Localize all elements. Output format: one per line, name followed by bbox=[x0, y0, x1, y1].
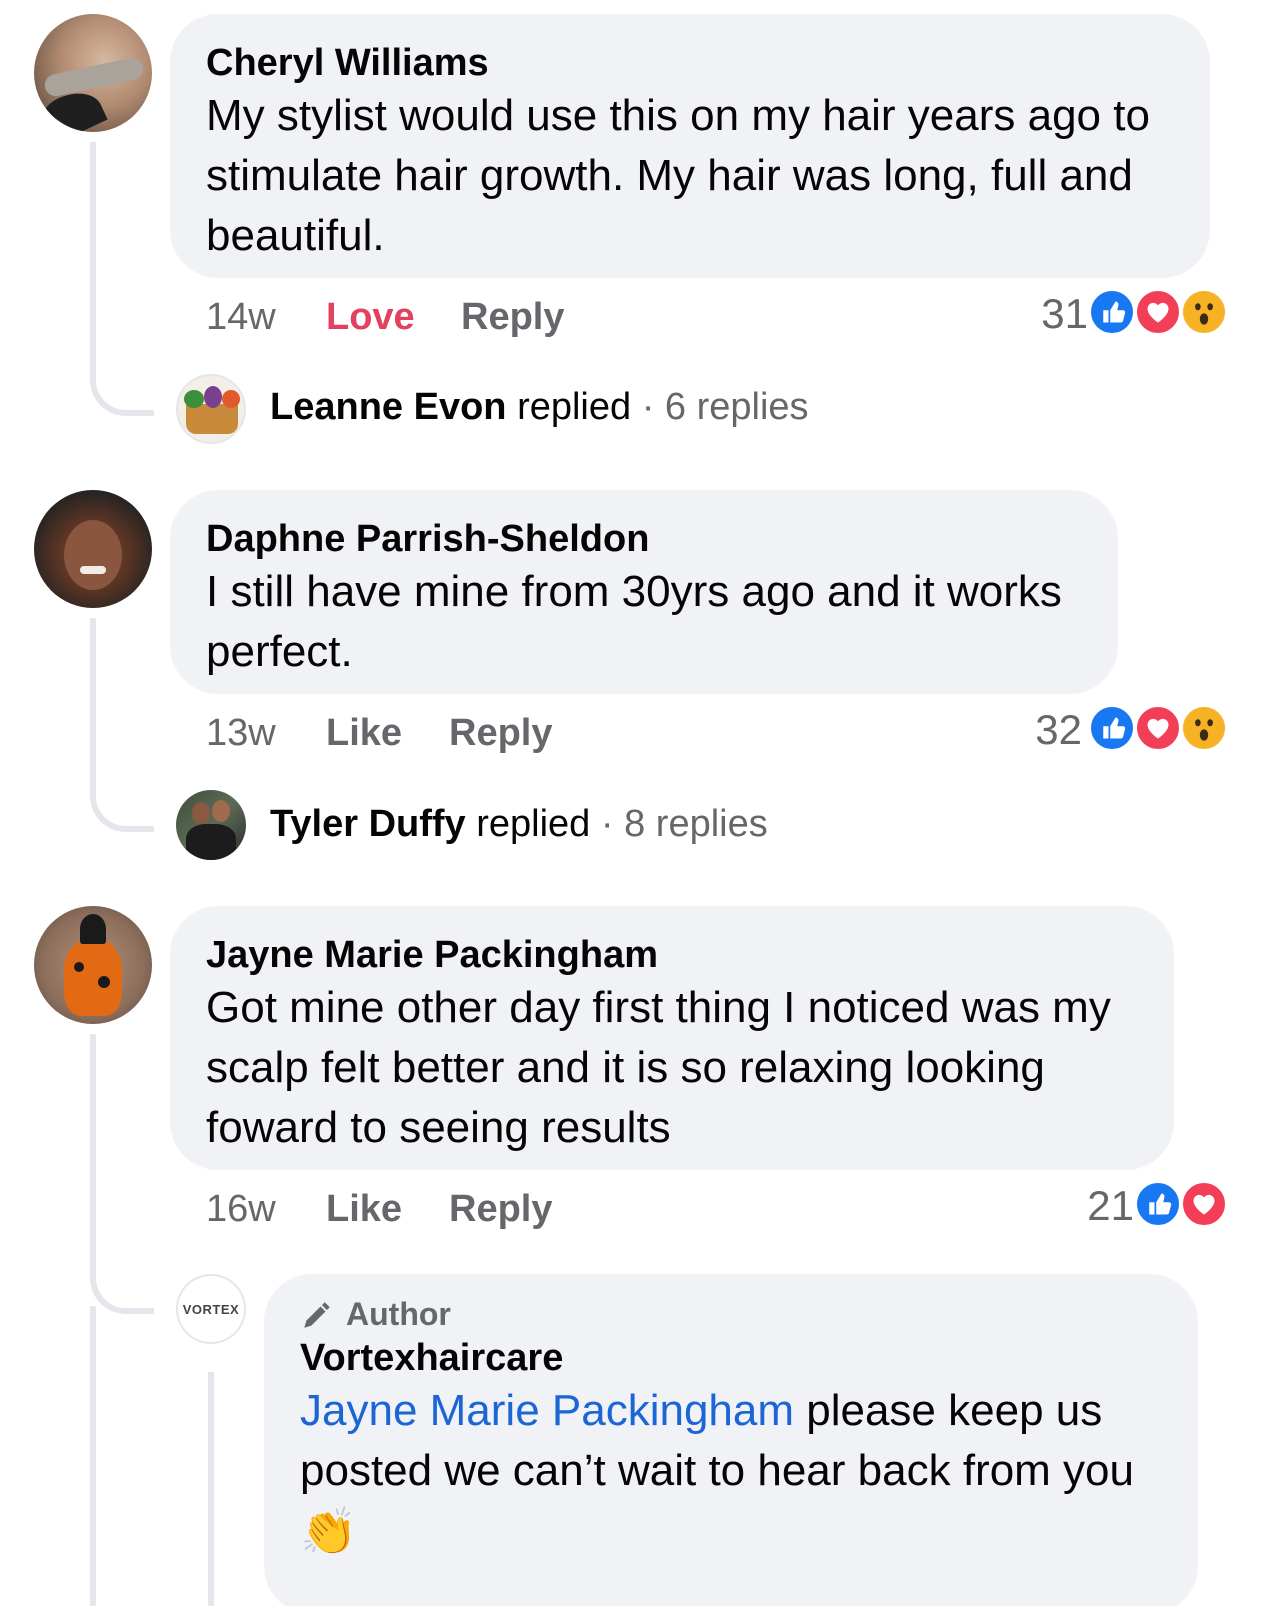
mention-link[interactable]: Jayne Marie Packingham bbox=[300, 1386, 794, 1435]
comment-text: Got mine other day first thing I noticed… bbox=[206, 983, 1111, 1152]
like-icon bbox=[1088, 704, 1136, 752]
avatar-jayne-marie-packingham[interactable] bbox=[34, 906, 152, 1024]
avatar-cheryl-williams[interactable] bbox=[34, 14, 152, 132]
like-button[interactable]: Like bbox=[326, 1188, 402, 1231]
thread-line bbox=[90, 142, 154, 416]
replies-summary[interactable]: Tyler Duffy replied · 8 replies bbox=[270, 803, 768, 846]
avatar-tyler-duffy[interactable] bbox=[176, 790, 246, 860]
reaction-summary[interactable]: 32 bbox=[1000, 704, 1240, 756]
comment-bubble: Cheryl Williams My stylist would use thi… bbox=[170, 14, 1210, 278]
comment-bubble: Jayne Marie Packingham Got mine other da… bbox=[170, 906, 1174, 1170]
reply-author[interactable]: Tyler Duffy bbox=[270, 803, 466, 845]
replies-summary[interactable]: Leanne Evon replied · 6 replies bbox=[270, 386, 809, 429]
reply-button[interactable]: Reply bbox=[461, 296, 564, 339]
love-button[interactable]: Love bbox=[326, 296, 415, 339]
avatar-logo-text: VORTEX bbox=[182, 1301, 240, 1317]
like-icon bbox=[1088, 288, 1136, 336]
separator: · bbox=[641, 386, 655, 428]
avatar-vortexhaircare[interactable]: VORTEX bbox=[176, 1274, 246, 1344]
pen-icon bbox=[304, 1301, 330, 1328]
reaction-count: 32 bbox=[1035, 706, 1082, 753]
comment-time[interactable]: 13w bbox=[206, 712, 276, 755]
like-button[interactable]: Like bbox=[326, 712, 402, 755]
comment-author[interactable]: Jayne Marie Packingham bbox=[206, 932, 1138, 978]
love-icon bbox=[1134, 288, 1182, 336]
comment-time[interactable]: 14w bbox=[206, 296, 276, 339]
comment-text: I still have mine from 30yrs ago and it … bbox=[206, 567, 1062, 676]
author-reply-bubble: Author Vortexhaircare Jayne Marie Packin… bbox=[264, 1274, 1198, 1606]
separator: · bbox=[600, 803, 614, 845]
thread-line bbox=[90, 1306, 96, 1606]
reaction-summary[interactable]: 31 bbox=[1000, 288, 1240, 340]
thread-line bbox=[90, 1034, 154, 1314]
love-icon bbox=[1180, 1180, 1228, 1228]
reply-count[interactable]: 6 replies bbox=[665, 386, 809, 428]
comment-author[interactable]: Cheryl Williams bbox=[206, 40, 1174, 86]
comments-page: Cheryl Williams My stylist would use thi… bbox=[0, 0, 1284, 1606]
reaction-count: 31 bbox=[1041, 290, 1088, 337]
like-icon bbox=[1134, 1180, 1182, 1228]
avatar-daphne-parrish-sheldon[interactable] bbox=[34, 490, 152, 608]
comment-bubble: Daphne Parrish-Sheldon I still have mine… bbox=[170, 490, 1118, 694]
thread-line bbox=[90, 618, 154, 832]
replied-verb: replied bbox=[517, 386, 632, 428]
reaction-summary[interactable]: 21 bbox=[1040, 1180, 1240, 1232]
avatar-leanne-evon[interactable] bbox=[176, 374, 246, 444]
wow-icon bbox=[1180, 704, 1228, 752]
wow-icon bbox=[1180, 288, 1228, 336]
comment-actions: 13w Like Reply bbox=[206, 712, 706, 758]
comment-actions: 16w Like Reply bbox=[206, 1188, 706, 1234]
reply-author[interactable]: Leanne Evon bbox=[270, 386, 507, 428]
comment-text: My stylist would use this on my hair yea… bbox=[206, 91, 1150, 260]
reply-button[interactable]: Reply bbox=[449, 712, 552, 755]
clapping-hands-icon: 👏 bbox=[300, 1505, 358, 1557]
thread-line bbox=[208, 1372, 214, 1606]
comment-author[interactable]: Daphne Parrish-Sheldon bbox=[206, 516, 1082, 562]
author-badge-label: Author bbox=[346, 1296, 451, 1332]
comment-text: Jayne Marie Packingham please keep us po… bbox=[300, 1381, 1162, 1563]
comment-actions: 14w Love Reply bbox=[206, 296, 706, 342]
reply-button[interactable]: Reply bbox=[449, 1188, 552, 1231]
comment-author[interactable]: Vortexhaircare bbox=[300, 1335, 1162, 1381]
love-icon bbox=[1134, 704, 1182, 752]
reply-count[interactable]: 8 replies bbox=[624, 803, 768, 845]
replied-verb: replied bbox=[476, 803, 591, 845]
author-badge: Author bbox=[300, 1296, 1162, 1333]
comment-time[interactable]: 16w bbox=[206, 1188, 276, 1231]
reaction-count: 21 bbox=[1087, 1182, 1134, 1229]
